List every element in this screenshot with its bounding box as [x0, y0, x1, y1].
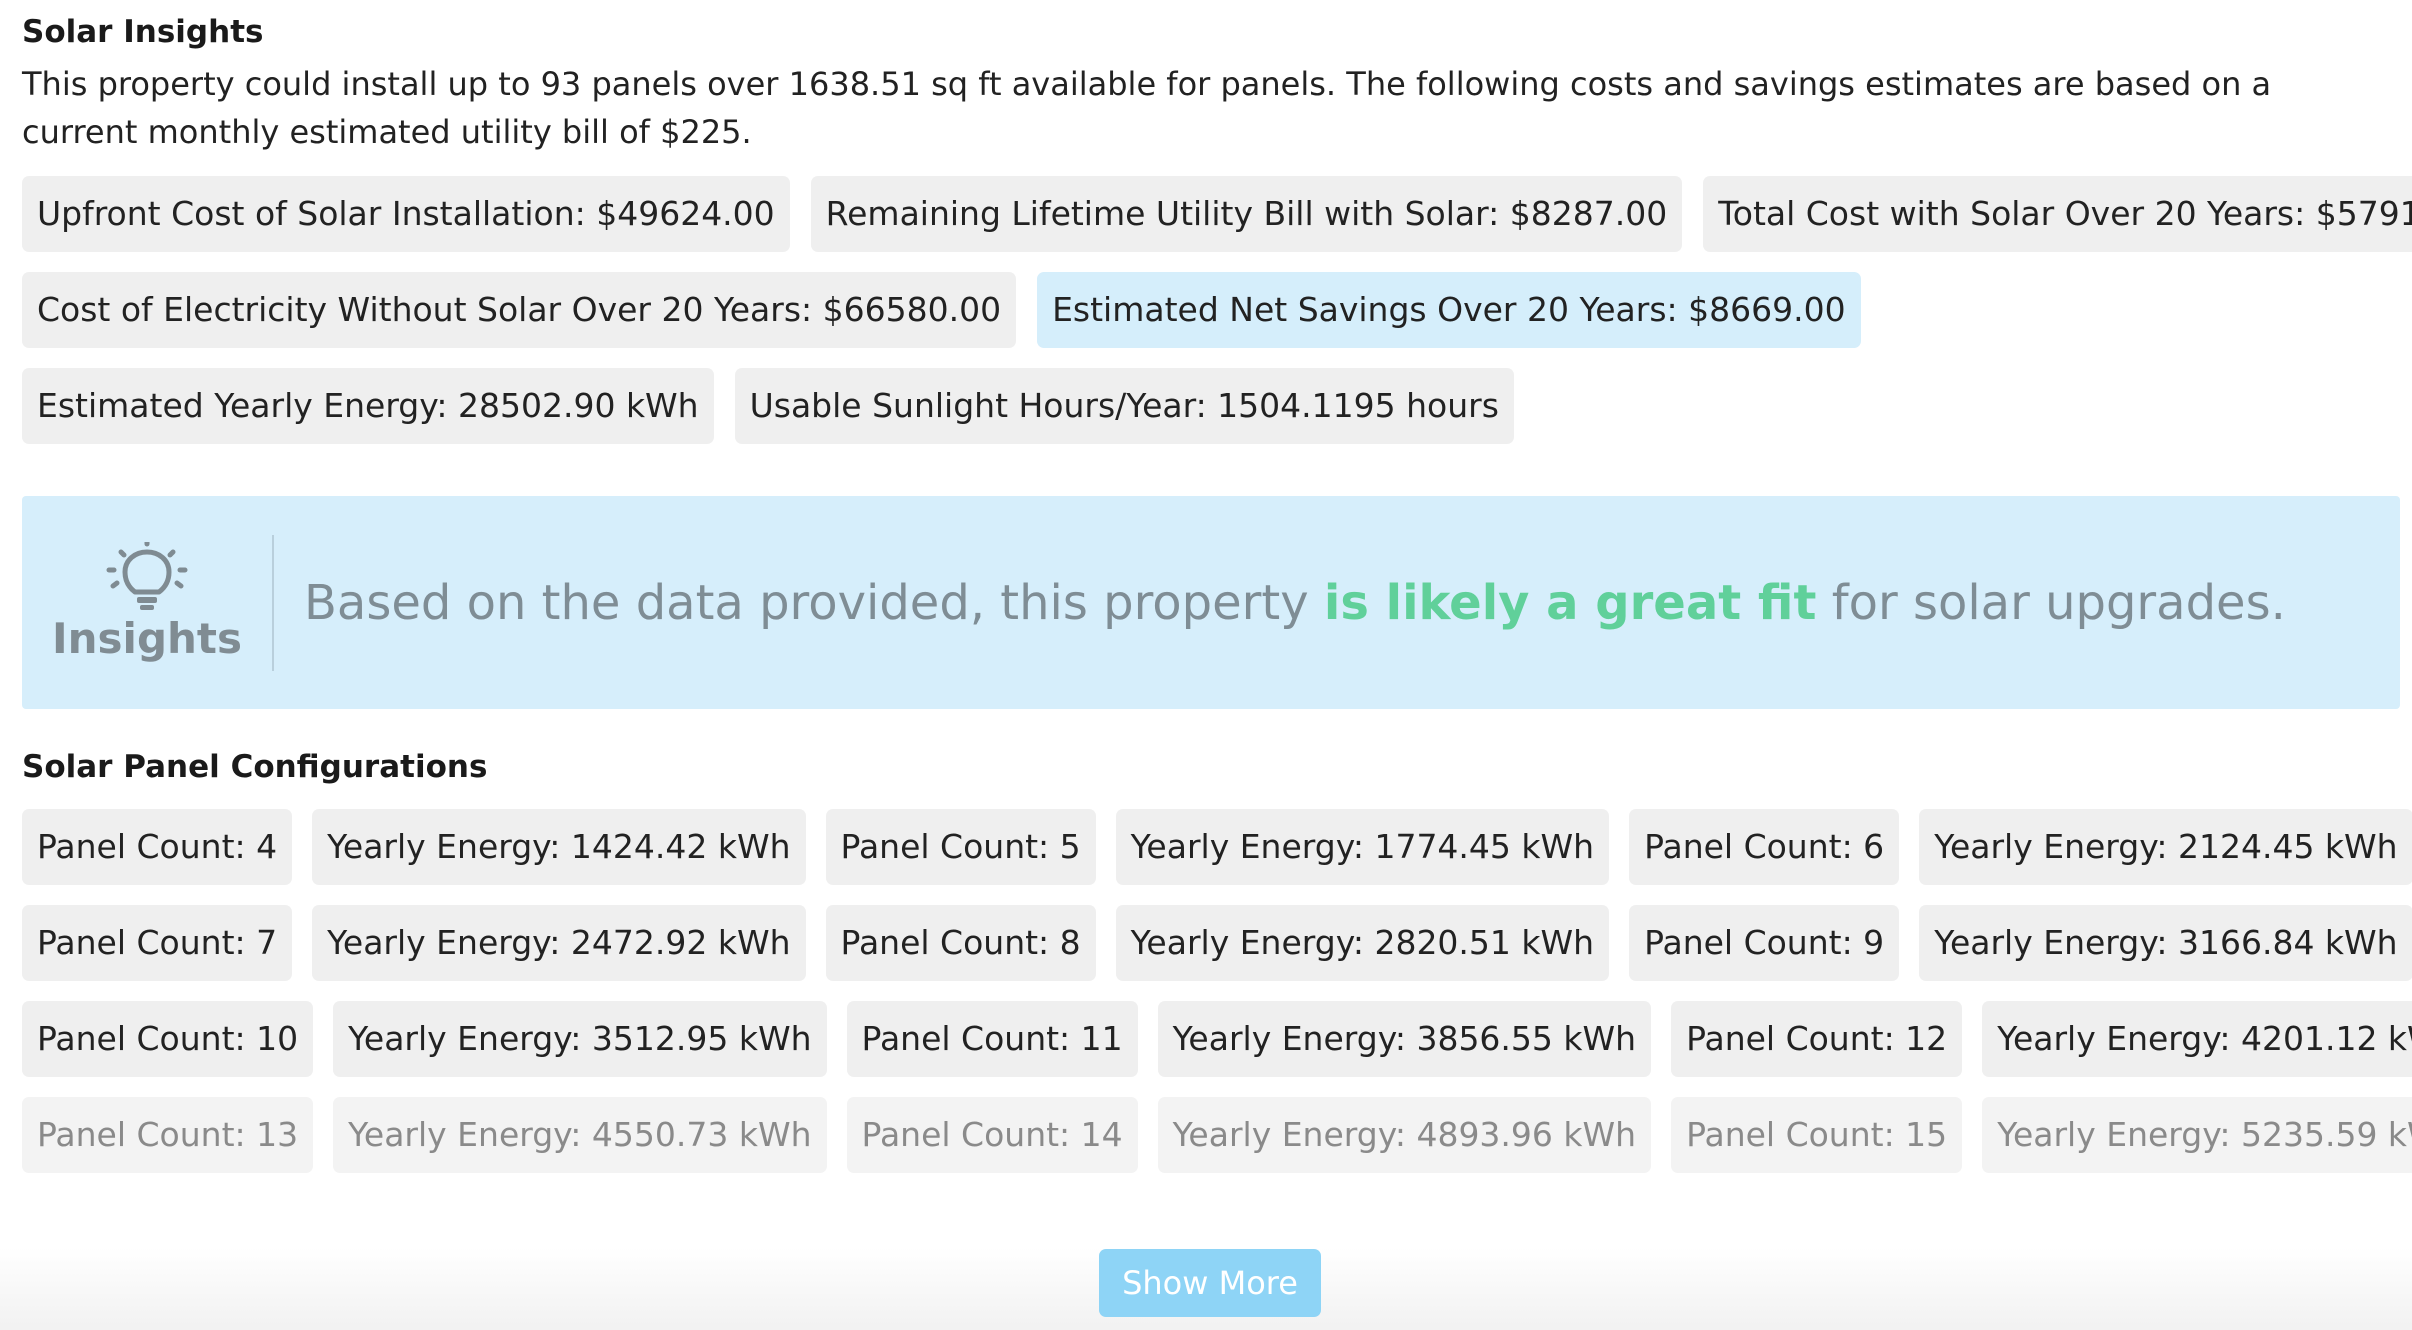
- config-yearly-energy: Yearly Energy: 2124.45 kWh: [1919, 809, 2412, 885]
- config-panel-count: Panel Count: 13: [22, 1097, 314, 1173]
- config-yearly-energy: Yearly Energy: 3856.55 kWh: [1157, 1001, 1652, 1077]
- config-yearly-energy: Yearly Energy: 4893.96 kWh: [1157, 1097, 1652, 1173]
- section-title-panel-configurations: Solar Panel Configurations: [22, 749, 488, 785]
- config-row: Panel Count: 4 Yearly Energy: 1424.42 kW…: [22, 809, 2412, 885]
- solar-insights-page: Solar Insights This property could insta…: [22, 0, 2412, 1173]
- insights-label: Insights: [52, 614, 242, 663]
- metric-total-cost-with-solar: Total Cost with Solar Over 20 Years: $57…: [1703, 176, 2412, 252]
- metric-cost-without-solar: Cost of Electricity Without Solar Over 2…: [22, 272, 1017, 348]
- metric-yearly-energy: Estimated Yearly Energy: 28502.90 kWh: [22, 368, 714, 444]
- config-yearly-energy: Yearly Energy: 2472.92 kWh: [312, 905, 806, 981]
- config-yearly-energy: Yearly Energy: 5235.59 kWh: [1982, 1097, 2412, 1173]
- show-more-button[interactable]: Show More: [1099, 1249, 1321, 1317]
- config-panel-count: Panel Count: 14: [846, 1097, 1138, 1173]
- metrics-row: Estimated Yearly Energy: 28502.90 kWh Us…: [22, 368, 2392, 444]
- metric-sunlight-hours: Usable Sunlight Hours/Year: 1504.1195 ho…: [734, 368, 1514, 444]
- metric-remaining-utility-bill: Remaining Lifetime Utility Bill with Sol…: [810, 176, 1683, 252]
- config-panel-count: Panel Count: 15: [1671, 1097, 1963, 1173]
- config-panel-count: Panel Count: 8: [825, 905, 1096, 981]
- config-yearly-energy: Yearly Energy: 4201.12 kWh: [1982, 1001, 2412, 1077]
- metrics-row: Cost of Electricity Without Solar Over 2…: [22, 272, 2392, 348]
- metrics-container: Upfront Cost of Solar Installation: $496…: [22, 176, 2412, 444]
- metric-upfront-cost: Upfront Cost of Solar Installation: $496…: [22, 176, 790, 252]
- config-panel-count: Panel Count: 7: [22, 905, 293, 981]
- config-yearly-energy: Yearly Energy: 1424.42 kWh: [312, 809, 806, 885]
- config-panel-count: Panel Count: 6: [1629, 809, 1900, 885]
- insights-text-after: for solar upgrades.: [1816, 574, 2286, 631]
- insights-text-before: Based on the data provided, this propert…: [304, 574, 1324, 631]
- metric-net-savings: Estimated Net Savings Over 20 Years: $86…: [1037, 272, 1861, 348]
- config-panel-count: Panel Count: 9: [1629, 905, 1900, 981]
- metrics-row: Upfront Cost of Solar Installation: $496…: [22, 176, 2412, 252]
- section-title-solar-insights: Solar Insights: [22, 14, 264, 50]
- panel-configurations-grid: Panel Count: 4 Yearly Energy: 1424.42 kW…: [22, 809, 2412, 1173]
- config-yearly-energy: Yearly Energy: 4550.73 kWh: [333, 1097, 827, 1173]
- lightbulb-icon: [105, 542, 189, 612]
- insights-message: Based on the data provided, this propert…: [304, 575, 2286, 631]
- config-yearly-energy: Yearly Energy: 1774.45 kWh: [1115, 809, 1610, 885]
- config-panel-count: Panel Count: 5: [825, 809, 1096, 885]
- insights-text-accent: is likely a great fit: [1323, 574, 1817, 631]
- config-row: Panel Count: 13 Yearly Energy: 4550.73 k…: [22, 1097, 2412, 1173]
- config-yearly-energy: Yearly Energy: 3166.84 kWh: [1919, 905, 2412, 981]
- config-panel-count: Panel Count: 10: [22, 1001, 314, 1077]
- config-row: Panel Count: 10 Yearly Energy: 3512.95 k…: [22, 1001, 2412, 1077]
- insights-badge: Insights: [22, 534, 274, 671]
- config-panel-count: Panel Count: 4: [22, 809, 293, 885]
- config-panel-count: Panel Count: 11: [846, 1001, 1138, 1077]
- solar-insights-description: This property could install up to 93 pan…: [22, 65, 2272, 151]
- insights-callout: Insights Based on the data provided, thi…: [22, 496, 2400, 709]
- config-yearly-energy: Yearly Energy: 2820.51 kWh: [1115, 905, 1610, 981]
- config-panel-count: Panel Count: 12: [1671, 1001, 1963, 1077]
- config-row: Panel Count: 7 Yearly Energy: 2472.92 kW…: [22, 905, 2412, 981]
- config-yearly-energy: Yearly Energy: 3512.95 kWh: [333, 1001, 827, 1077]
